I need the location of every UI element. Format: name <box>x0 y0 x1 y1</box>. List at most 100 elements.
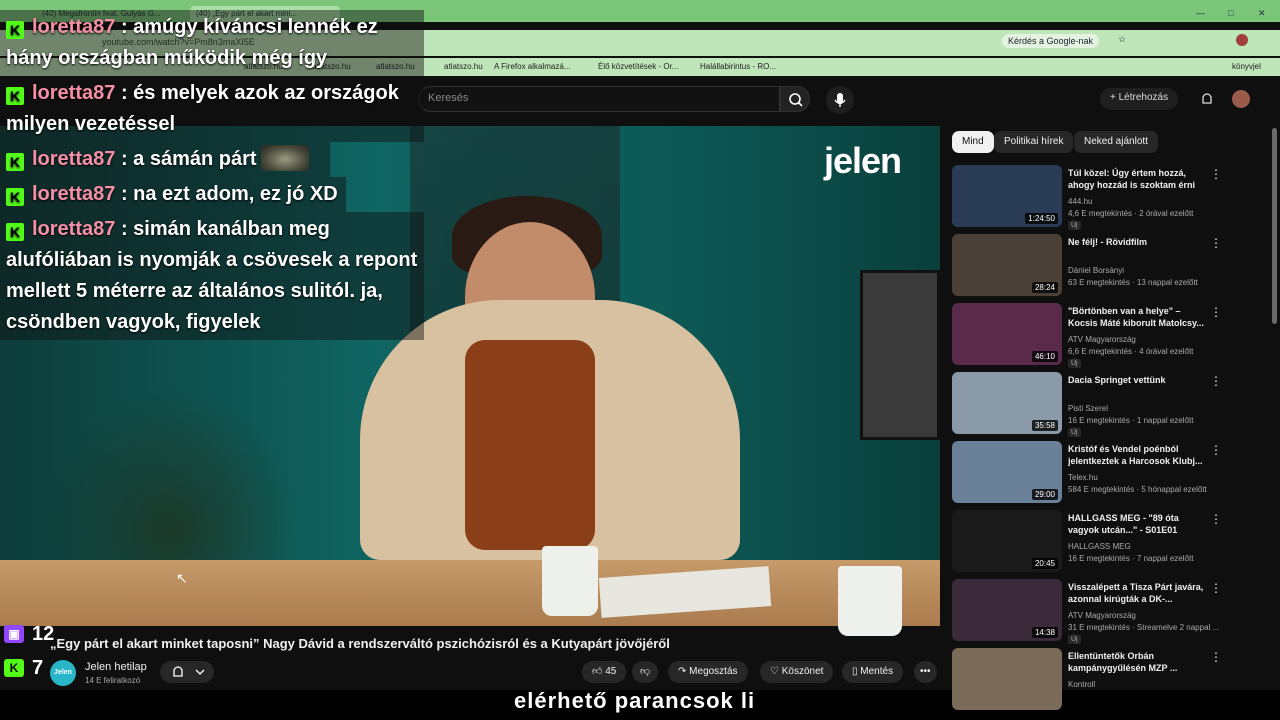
thumbs-up-icon: 👍︎ <box>592 666 606 677</box>
bookmark-labirintus[interactable]: Halállabirintus - RO... <box>700 62 776 71</box>
video-thumbnail[interactable]: 46:10 <box>952 303 1062 365</box>
kebab-menu-icon[interactable]: ⋮ <box>1210 650 1222 664</box>
recommended-video-title[interactable]: Ellentüntetők Orbán kampánygyűlésén MZP … <box>1068 650 1212 674</box>
kebab-menu-icon[interactable]: ⋮ <box>1210 236 1222 250</box>
recommended-video-meta: 31 E megtekintés · Streamelve 2 nappal .… <box>1068 623 1220 632</box>
chat-username: loretta87 <box>32 16 116 38</box>
recommended-video[interactable]: 35:58 Dacia Springet vettünk Pisti Szerel 1… <box>952 372 1268 437</box>
recommended-channel-name[interactable]: HALLGASS MEG <box>1068 542 1131 551</box>
minimize-icon[interactable]: — <box>1196 8 1205 18</box>
voice-search-button[interactable] <box>826 86 854 114</box>
new-badge: Új <box>1068 221 1081 230</box>
recommended-channel-name[interactable]: ATV Magyarország <box>1068 335 1136 344</box>
recommended-channel-name[interactable]: Pisti Szerel <box>1068 404 1108 413</box>
new-badge: Új <box>1068 428 1081 437</box>
account-avatar[interactable] <box>1232 90 1250 108</box>
kebab-menu-icon[interactable]: ⋮ <box>1210 581 1222 595</box>
more-actions-button[interactable]: ••• <box>914 661 937 683</box>
share-label: Megosztás <box>689 666 738 677</box>
recommended-video-title[interactable]: Dacia Springet vettünk <box>1068 374 1212 386</box>
share-button[interactable]: ↷ Megosztás <box>668 661 748 683</box>
recommended-video[interactable]: Ellentüntetők Orbán kampánygyűlésén MZP … <box>952 648 1268 712</box>
recommended-channel-name[interactable]: Kontroll <box>1068 680 1095 689</box>
bookmark-firefox[interactable]: A Firefox alkalmazá... <box>494 62 570 71</box>
video-duration: 1:24:50 <box>1025 213 1058 224</box>
maximize-icon[interactable]: □ <box>1228 8 1233 18</box>
share-icon: ↷ <box>678 666 690 677</box>
bookmark-live[interactable]: Élő közvetítések - Or... <box>598 62 678 71</box>
search-button[interactable] <box>780 86 810 112</box>
recommended-video-title[interactable]: HALLGASS MEG - "89 óta vagyok utcán..." … <box>1068 512 1212 536</box>
recommended-video[interactable]: 20:45 HALLGASS MEG - "89 óta vagyok utcán… <box>952 510 1268 574</box>
subtitle-text: elérhető parancsok li <box>514 688 756 713</box>
microphone-icon <box>834 93 846 107</box>
video-thumbnail[interactable]: 29:00 <box>952 441 1062 503</box>
kebab-menu-icon[interactable]: ⋮ <box>1210 443 1222 457</box>
recommended-video-title[interactable]: Túl közel: Úgy értem hozzá, ahogy hozzád… <box>1068 167 1212 191</box>
chat-emote-icon <box>260 145 309 171</box>
like-button[interactable]: 👍︎ 45 <box>582 661 627 683</box>
recommended-video[interactable]: 29:00 Kristóf és Vendel poénból jelentkez… <box>952 441 1268 505</box>
save-button[interactable]: ▯ Mentés <box>842 661 904 683</box>
video-thumbnail[interactable] <box>952 648 1062 710</box>
kebab-menu-icon[interactable]: ⋮ <box>1210 512 1222 526</box>
video-duration: 20:45 <box>1031 558 1058 569</box>
recommended-video[interactable]: 46:10 "Börtönben van a helye" – Kocsis Má… <box>952 303 1268 368</box>
video-duration: 35:58 <box>1031 420 1058 431</box>
video-title: „Egy párt el akart minket taposni” Nagy … <box>50 636 670 651</box>
chat-text: : a sámán párt <box>120 148 257 170</box>
video-thumbnail[interactable]: 20:45 <box>952 510 1062 572</box>
chip-political-news[interactable]: Politikai hírek <box>994 131 1074 153</box>
mug-left <box>542 546 598 616</box>
video-thumbnail[interactable]: 35:58 <box>952 372 1062 434</box>
recommended-channel-name[interactable]: ATV Magyarország <box>1068 611 1136 620</box>
recommended-video-title[interactable]: Visszalépett a Tisza Párt javára, azonna… <box>1068 581 1212 605</box>
chat-username: loretta87 <box>32 82 116 104</box>
recommended-video[interactable]: 28:24 Ne félj! - Rövidfilm Dániel Borsányi… <box>952 234 1268 298</box>
star-icon[interactable]: ☆ <box>1118 34 1126 45</box>
recommended-video-title[interactable]: "Börtönben van a helye" – Kocsis Máté ki… <box>1068 305 1212 329</box>
channel-name[interactable]: Jelen hetilap <box>85 661 147 673</box>
recommended-video-title[interactable]: Kristóf és Vendel poénból jelentkeztek a… <box>1068 443 1212 467</box>
recommended-video-title[interactable]: Ne félj! - Rövidfilm <box>1068 236 1212 248</box>
bookmark-4[interactable]: atlatszo.hu <box>444 62 483 71</box>
video-thumbnail[interactable]: 14:38 <box>952 579 1062 641</box>
recommended-video-meta: 584 E megtekintés · 5 hónappal ezelőtt <box>1068 485 1207 494</box>
plus-icon: + <box>1110 92 1119 103</box>
chat-username: loretta87 <box>32 183 116 205</box>
notifications-icon[interactable] <box>1198 90 1216 108</box>
kick-icon: K <box>6 21 24 39</box>
google-ask-pill[interactable]: Kérdés a Google-nak <box>1002 34 1100 48</box>
mouse-cursor-icon: ↖ <box>176 570 188 586</box>
thanks-button[interactable]: ♡ Köszönet <box>760 661 834 683</box>
kick-icon: K <box>6 223 24 241</box>
create-button[interactable]: + Létrehozás <box>1100 88 1179 110</box>
close-icon[interactable]: ✕ <box>1258 8 1266 19</box>
chat-text: : na ezt adom, ez jó XD <box>120 183 338 205</box>
channel-avatar[interactable]: Jelen <box>50 660 76 686</box>
mug-right <box>838 566 902 636</box>
chat-message: Kloretta87 : simán kanálban meg alufóliá… <box>0 212 424 340</box>
chip-recommended[interactable]: Neked ajánlott <box>1074 131 1158 153</box>
video-thumbnail[interactable]: 28:24 <box>952 234 1062 296</box>
recommended-video[interactable]: 1:24:50 Túl közel: Úgy értem hozzá, ahogy… <box>952 165 1268 230</box>
recommended-channel-name[interactable]: Telex.hu <box>1068 473 1098 482</box>
search-box[interactable] <box>418 86 780 112</box>
new-badge: Új <box>1068 359 1081 368</box>
kebab-menu-icon[interactable]: ⋮ <box>1210 167 1222 181</box>
chip-all[interactable]: Mind <box>952 131 994 153</box>
subscribe-bell-button[interactable] <box>160 661 214 683</box>
kebab-menu-icon[interactable]: ⋮ <box>1210 305 1222 319</box>
bookmark-more[interactable]: könyvjel <box>1232 62 1261 71</box>
recommended-video[interactable]: 14:38 Visszalépett a Tisza Párt javára, a… <box>952 579 1268 644</box>
video-thumbnail[interactable]: 1:24:50 <box>952 165 1062 227</box>
recommended-video-meta: 4,6 E megtekintés · 2 órával ezelőtt <box>1068 209 1194 218</box>
recommended-channel-name[interactable]: 444.hu <box>1068 197 1092 206</box>
sidebar-scrollbar[interactable] <box>1272 128 1277 324</box>
dislike-button[interactable]: 👎︎ <box>632 661 659 683</box>
thanks-label: Köszönet <box>781 666 824 677</box>
search-input[interactable]: Keresés <box>428 92 468 104</box>
profile-icon[interactable] <box>1236 34 1248 46</box>
recommended-channel-name[interactable]: Dániel Borsányi <box>1068 266 1124 275</box>
kebab-menu-icon[interactable]: ⋮ <box>1210 374 1222 388</box>
